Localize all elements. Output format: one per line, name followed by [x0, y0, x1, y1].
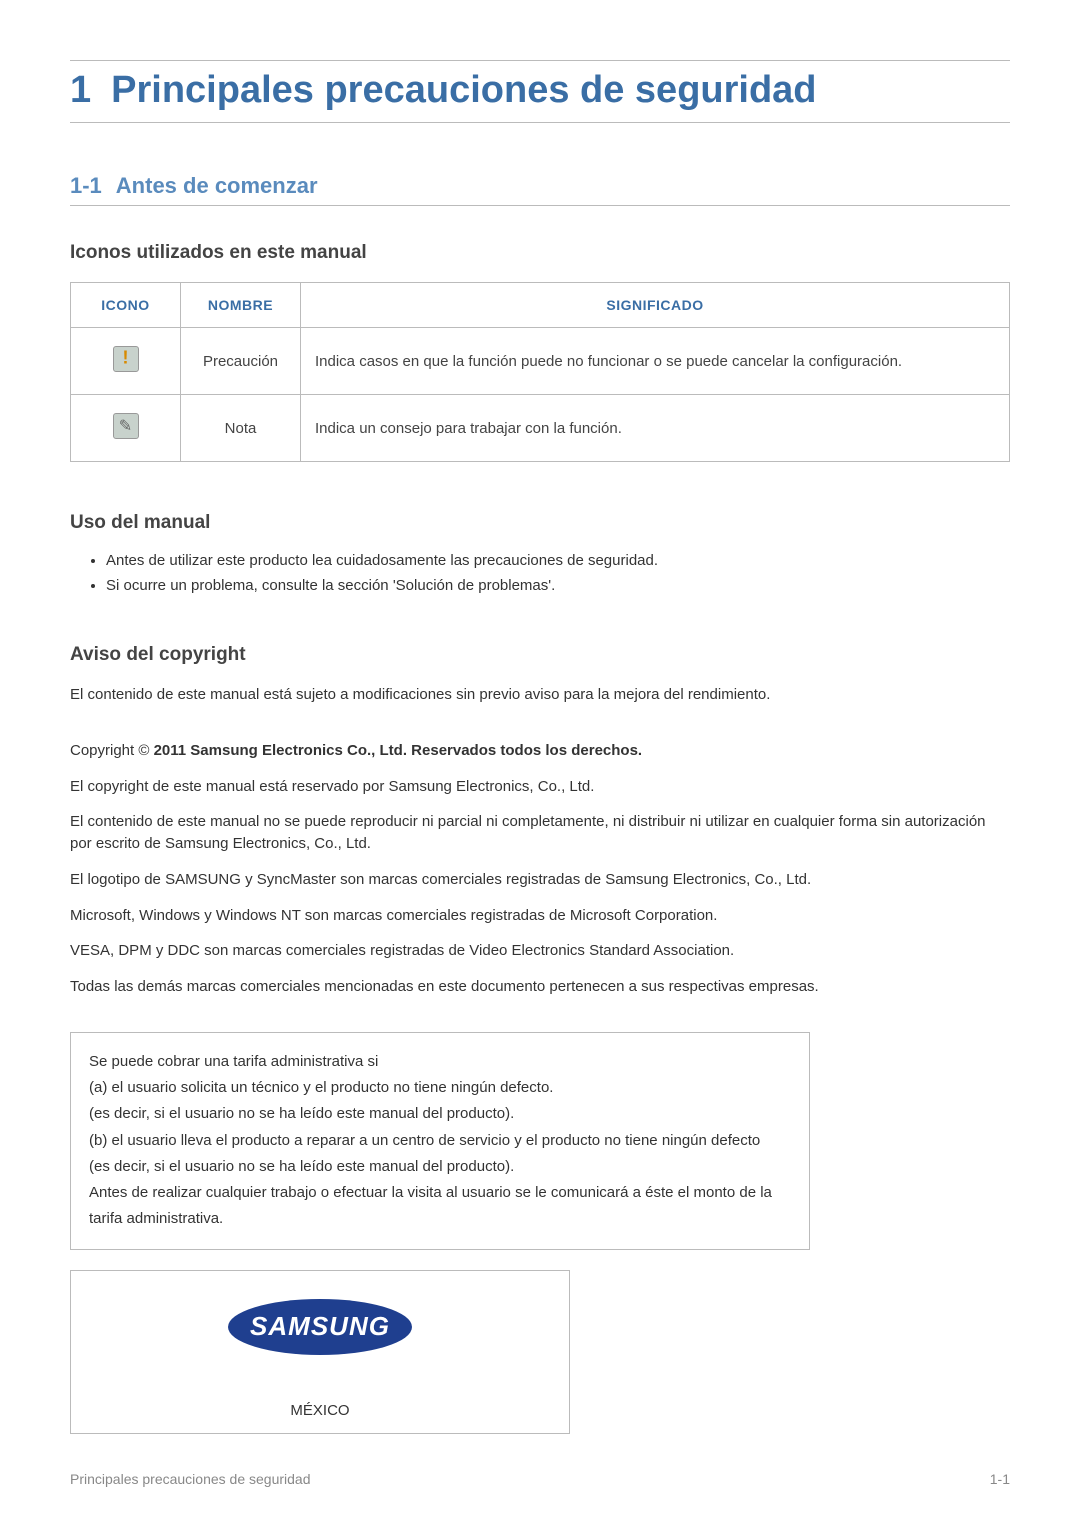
copyright-para: Todas las demás marcas comerciales menci… — [70, 976, 1010, 998]
fee-line: (es decir, si el usuario no se ha leído … — [89, 1154, 791, 1180]
fee-box: Se puede cobrar una tarifa administrativ… — [70, 1032, 810, 1250]
copyright-prefix: Copyright © — [70, 742, 154, 759]
copyright-line: Copyright © 2011 Samsung Electronics Co.… — [70, 740, 1010, 762]
chapter-heading: 1 Principales precauciones de seguridad — [70, 60, 1010, 123]
fee-line: (a) el usuario solicita un técnico y el … — [89, 1075, 791, 1101]
col-header-significado: SIGNIFICADO — [301, 283, 1010, 328]
manual-use-heading: Uso del manual — [70, 512, 1010, 534]
chapter-number: 1 — [70, 69, 91, 111]
chapter-title: Principales precauciones de seguridad — [111, 69, 816, 111]
region-box: SAMSUNG MÉXICO — [70, 1270, 570, 1434]
page-footer: Principales precauciones de seguridad 1-… — [70, 1471, 1010, 1487]
fee-line: Antes de realizar cualquier trabajo o ef… — [89, 1180, 791, 1233]
section-heading: 1-1 Antes de comenzar — [70, 173, 1010, 206]
copyright-intro: El contenido de este manual está sujeto … — [70, 684, 1010, 706]
copyright-para: El contenido de este manual no se puede … — [70, 811, 1010, 855]
icons-table: ICONO NOMBRE SIGNIFICADO Precaución Indi… — [70, 282, 1010, 462]
copyright-para: El logotipo de SAMSUNG y SyncMaster son … — [70, 869, 1010, 891]
fee-line: (b) el usuario lleva el producto a repar… — [89, 1128, 791, 1154]
table-row: Nota Indica un consejo para trabajar con… — [71, 395, 1010, 462]
footer-left: Principales precauciones de seguridad — [70, 1471, 310, 1487]
copyright-para: El copyright de este manual está reserva… — [70, 776, 1010, 798]
caution-icon — [113, 346, 139, 372]
copyright-para: VESA, DPM y DDC son marcas comerciales r… — [70, 940, 1010, 962]
icon-meaning: Indica casos en que la función puede no … — [301, 328, 1010, 395]
copyright-para: Microsoft, Windows y Windows NT son marc… — [70, 905, 1010, 927]
icon-meaning: Indica un consejo para trabajar con la f… — [301, 395, 1010, 462]
section-title: Antes de comenzar — [116, 173, 318, 198]
icon-name: Precaución — [181, 328, 301, 395]
samsung-logo: SAMSUNG — [91, 1297, 549, 1362]
table-row: Precaución Indica casos en que la funció… — [71, 328, 1010, 395]
region-label: MÉXICO — [91, 1402, 549, 1419]
fee-line: Se puede cobrar una tarifa administrativ… — [89, 1049, 791, 1075]
footer-right: 1-1 — [990, 1471, 1010, 1487]
col-header-nombre: NOMBRE — [181, 283, 301, 328]
manual-use-list: Antes de utilizar este producto lea cuid… — [70, 552, 1010, 594]
section-number: 1-1 — [70, 173, 102, 198]
icon-name: Nota — [181, 395, 301, 462]
list-item: Antes de utilizar este producto lea cuid… — [106, 552, 1010, 569]
fee-line: (es decir, si el usuario no se ha leído … — [89, 1101, 791, 1127]
list-item: Si ocurre un problema, consulte la secci… — [106, 577, 1010, 594]
copyright-bold: 2011 Samsung Electronics Co., Ltd. Reser… — [154, 742, 643, 759]
copyright-heading: Aviso del copyright — [70, 644, 1010, 666]
icons-subheading: Iconos utilizados en este manual — [70, 242, 1010, 264]
svg-text:SAMSUNG: SAMSUNG — [250, 1311, 390, 1341]
col-header-icono: ICONO — [71, 283, 181, 328]
note-icon — [113, 413, 139, 439]
